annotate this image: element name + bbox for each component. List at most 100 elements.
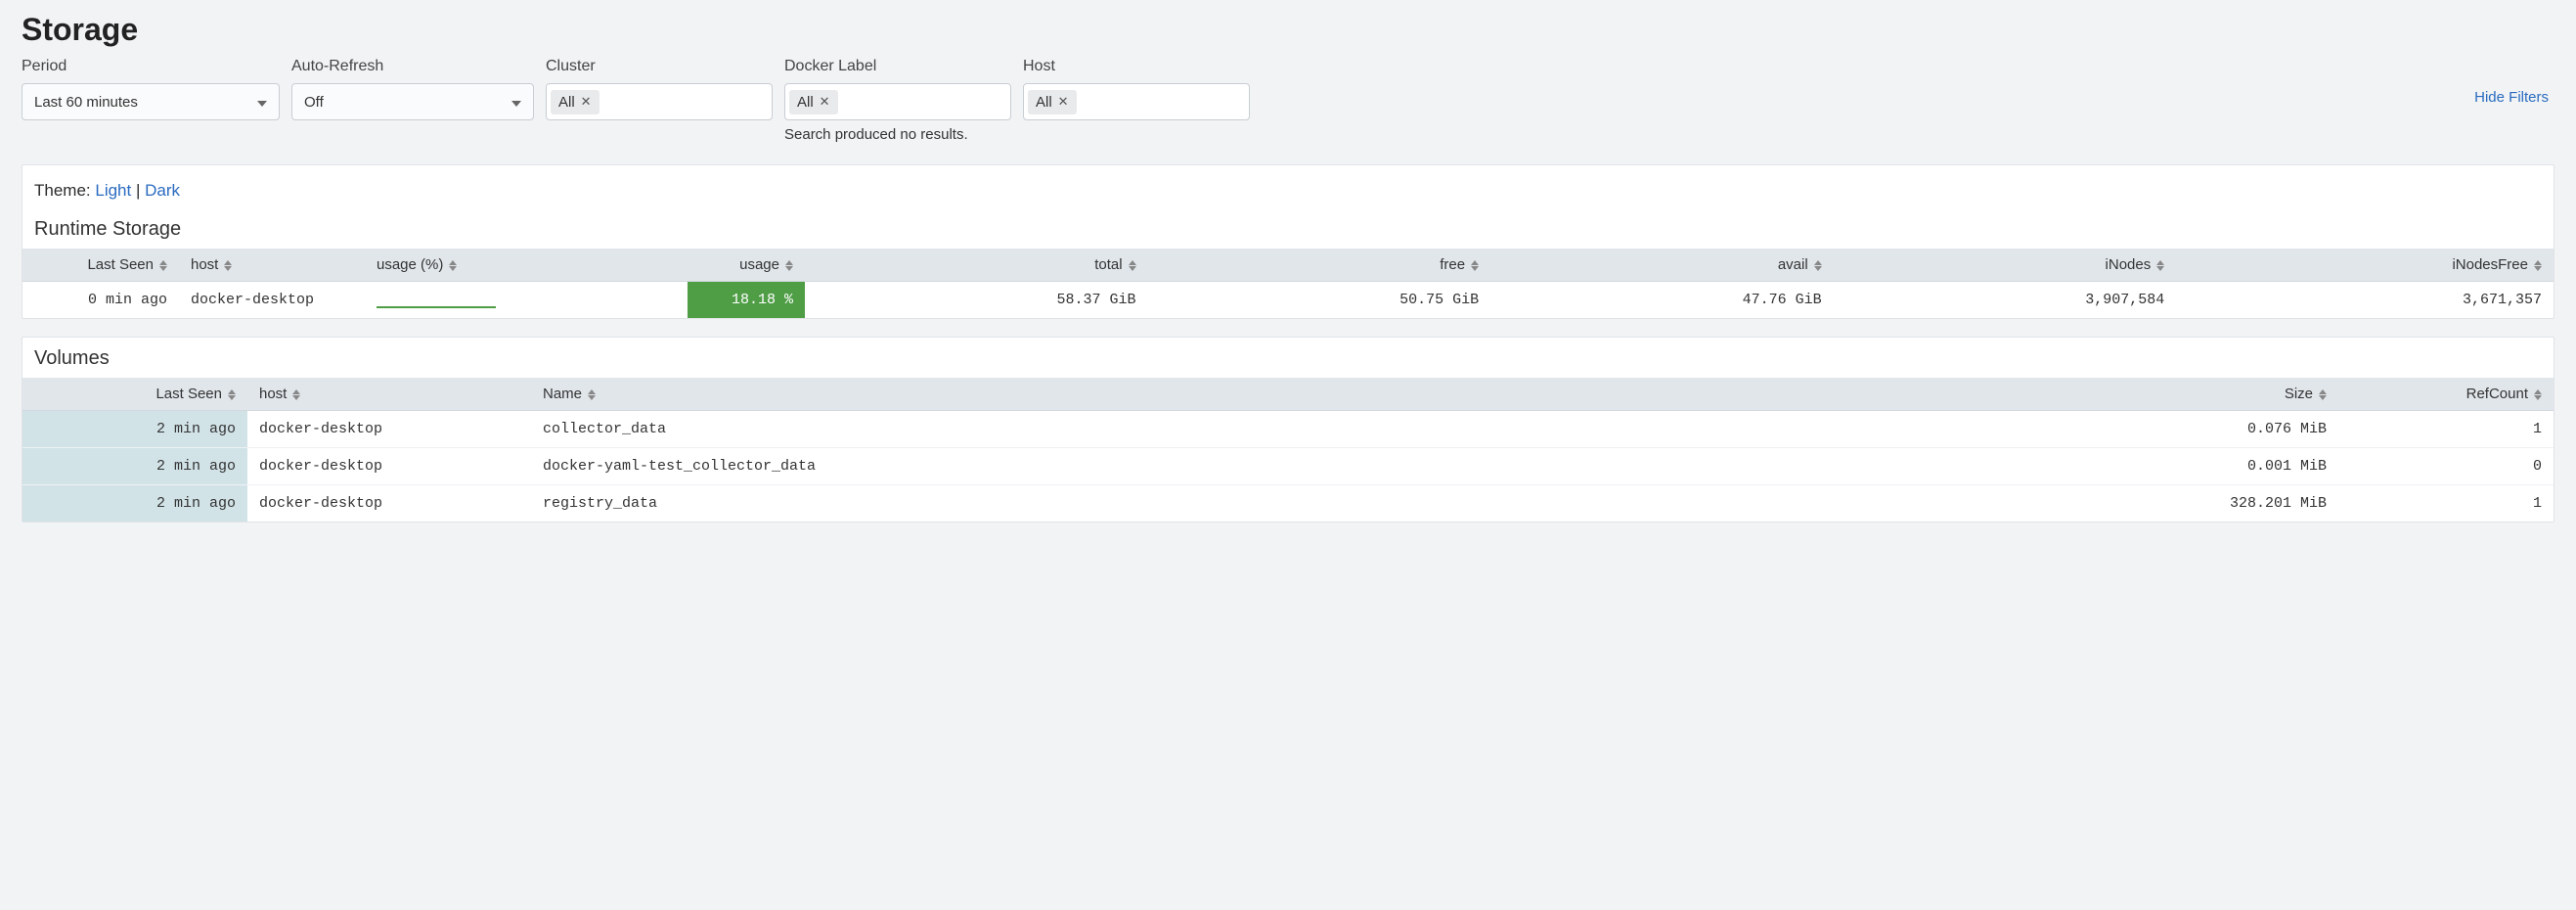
col-last-seen-label: Last Seen [87,256,154,273]
filters-row: Period Last 60 minutes Auto-Refresh Off … [22,58,2554,143]
cell-name: registry_data [531,485,2104,523]
filter-host: Host All ✕ [1023,58,1250,120]
vol-col-refcount-label: RefCount [2466,386,2528,402]
vol-col-host[interactable]: host [247,378,531,411]
cell-last-seen: 0 min ago [22,282,179,319]
filter-docker-label: Docker Label All ✕ Search produced no re… [784,58,1011,143]
cell-refcount: 0 [2338,448,2554,485]
vol-col-last-seen[interactable]: Last Seen [22,378,247,411]
close-icon[interactable]: ✕ [1058,94,1069,110]
sort-icon [2534,260,2542,271]
vol-col-name-label: Name [543,386,582,402]
filter-host-label: Host [1023,58,1250,75]
sort-icon [449,260,457,271]
table-row: 0 min ago docker-desktop 18.18 % 58.37 G… [22,282,2554,319]
cell-size: 0.076 MiB [2104,411,2338,448]
theme-prefix: Theme: [34,181,95,200]
host-input[interactable]: All ✕ [1023,83,1250,120]
sort-icon [224,260,232,271]
cluster-input[interactable]: All ✕ [546,83,773,120]
col-usage-label: usage [739,256,779,273]
vol-col-refcount[interactable]: RefCount [2338,378,2554,411]
cluster-chip[interactable]: All ✕ [551,90,600,114]
cell-free: 50.75 GiB [1148,282,1491,319]
auto-refresh-select[interactable]: Off [291,83,534,120]
sort-icon [159,260,167,271]
vol-col-host-label: host [259,386,287,402]
host-chip-label: All [1036,94,1052,111]
filter-period: Period Last 60 minutes [22,58,280,120]
col-host[interactable]: host [179,249,365,282]
cell-inodes-free: 3,671,357 [2176,282,2554,319]
usage-bar [377,306,496,308]
col-free-label: free [1440,256,1465,273]
cluster-chip-label: All [558,94,575,111]
col-total[interactable]: total [805,249,1148,282]
runtime-storage-title: Runtime Storage [22,218,2554,249]
cell-usage-bar [365,282,688,319]
col-inodes-free[interactable]: iNodesFree [2176,249,2554,282]
cell-host: docker-desktop [247,448,531,485]
vol-col-size-label: Size [2285,386,2313,402]
filter-cluster: Cluster All ✕ [546,58,773,120]
sort-icon [588,389,596,400]
cell-refcount: 1 [2338,485,2554,523]
caret-down-icon [511,94,521,111]
period-select-value: Last 60 minutes [34,94,138,111]
close-icon[interactable]: ✕ [820,94,830,110]
theme-light-link[interactable]: Light [95,181,131,200]
cell-total: 58.37 GiB [805,282,1148,319]
col-inodes[interactable]: iNodes [1834,249,2177,282]
col-avail[interactable]: avail [1490,249,1834,282]
col-total-label: total [1094,256,1122,273]
docker-label-input[interactable]: All ✕ [784,83,1011,120]
col-free[interactable]: free [1148,249,1491,282]
page-title: Storage [22,12,2554,48]
volumes-table: Last Seen host Name Size RefCount 2 min … [22,378,2554,522]
theme-dark-link[interactable]: Dark [145,181,180,200]
col-usage-pct[interactable]: usage (%) [365,249,688,282]
runtime-storage-panel: Theme: Light | Dark Runtime Storage Last… [22,164,2554,319]
col-inodes-free-label: iNodesFree [2452,256,2528,273]
cell-name: collector_data [531,411,2104,448]
filter-period-label: Period [22,58,280,75]
cell-size: 328.201 MiB [2104,485,2338,523]
filter-auto-refresh-label: Auto-Refresh [291,58,534,75]
col-inodes-label: iNodes [2106,256,2152,273]
cell-last-seen: 2 min ago [22,448,247,485]
col-last-seen[interactable]: Last Seen [22,249,179,282]
cell-refcount: 1 [2338,411,2554,448]
host-chip[interactable]: All ✕ [1028,90,1077,114]
sort-icon [228,389,236,400]
col-avail-label: avail [1778,256,1808,273]
sort-icon [785,260,793,271]
caret-down-icon [257,94,267,111]
theme-bar: Theme: Light | Dark [22,175,2554,218]
cell-size: 0.001 MiB [2104,448,2338,485]
cell-host: docker-desktop [179,282,365,319]
table-row: 2 min ago docker-desktop registry_data 3… [22,485,2554,523]
sort-icon [2319,389,2327,400]
docker-label-chip[interactable]: All ✕ [789,90,838,114]
cell-host: docker-desktop [247,411,531,448]
cell-host: docker-desktop [247,485,531,523]
filter-docker-label-label: Docker Label [784,58,1011,75]
hide-filters-link[interactable]: Hide Filters [2474,89,2554,106]
sort-icon [292,389,300,400]
vol-col-size[interactable]: Size [2104,378,2338,411]
filter-cluster-label: Cluster [546,58,773,75]
close-icon[interactable]: ✕ [581,94,592,110]
docker-label-no-results: Search produced no results. [784,126,1011,143]
runtime-storage-table: Last Seen host usage (%) usage total fre… [22,249,2554,318]
col-usage[interactable]: usage [688,249,805,282]
vol-col-name[interactable]: Name [531,378,2104,411]
col-usage-pct-label: usage (%) [377,256,443,273]
sort-icon [1129,260,1136,271]
docker-label-chip-label: All [797,94,814,111]
cell-last-seen: 2 min ago [22,411,247,448]
table-row: 2 min ago docker-desktop docker-yaml-tes… [22,448,2554,485]
period-select[interactable]: Last 60 minutes [22,83,280,120]
sort-icon [2156,260,2164,271]
sort-icon [1814,260,1822,271]
sort-icon [2534,389,2542,400]
